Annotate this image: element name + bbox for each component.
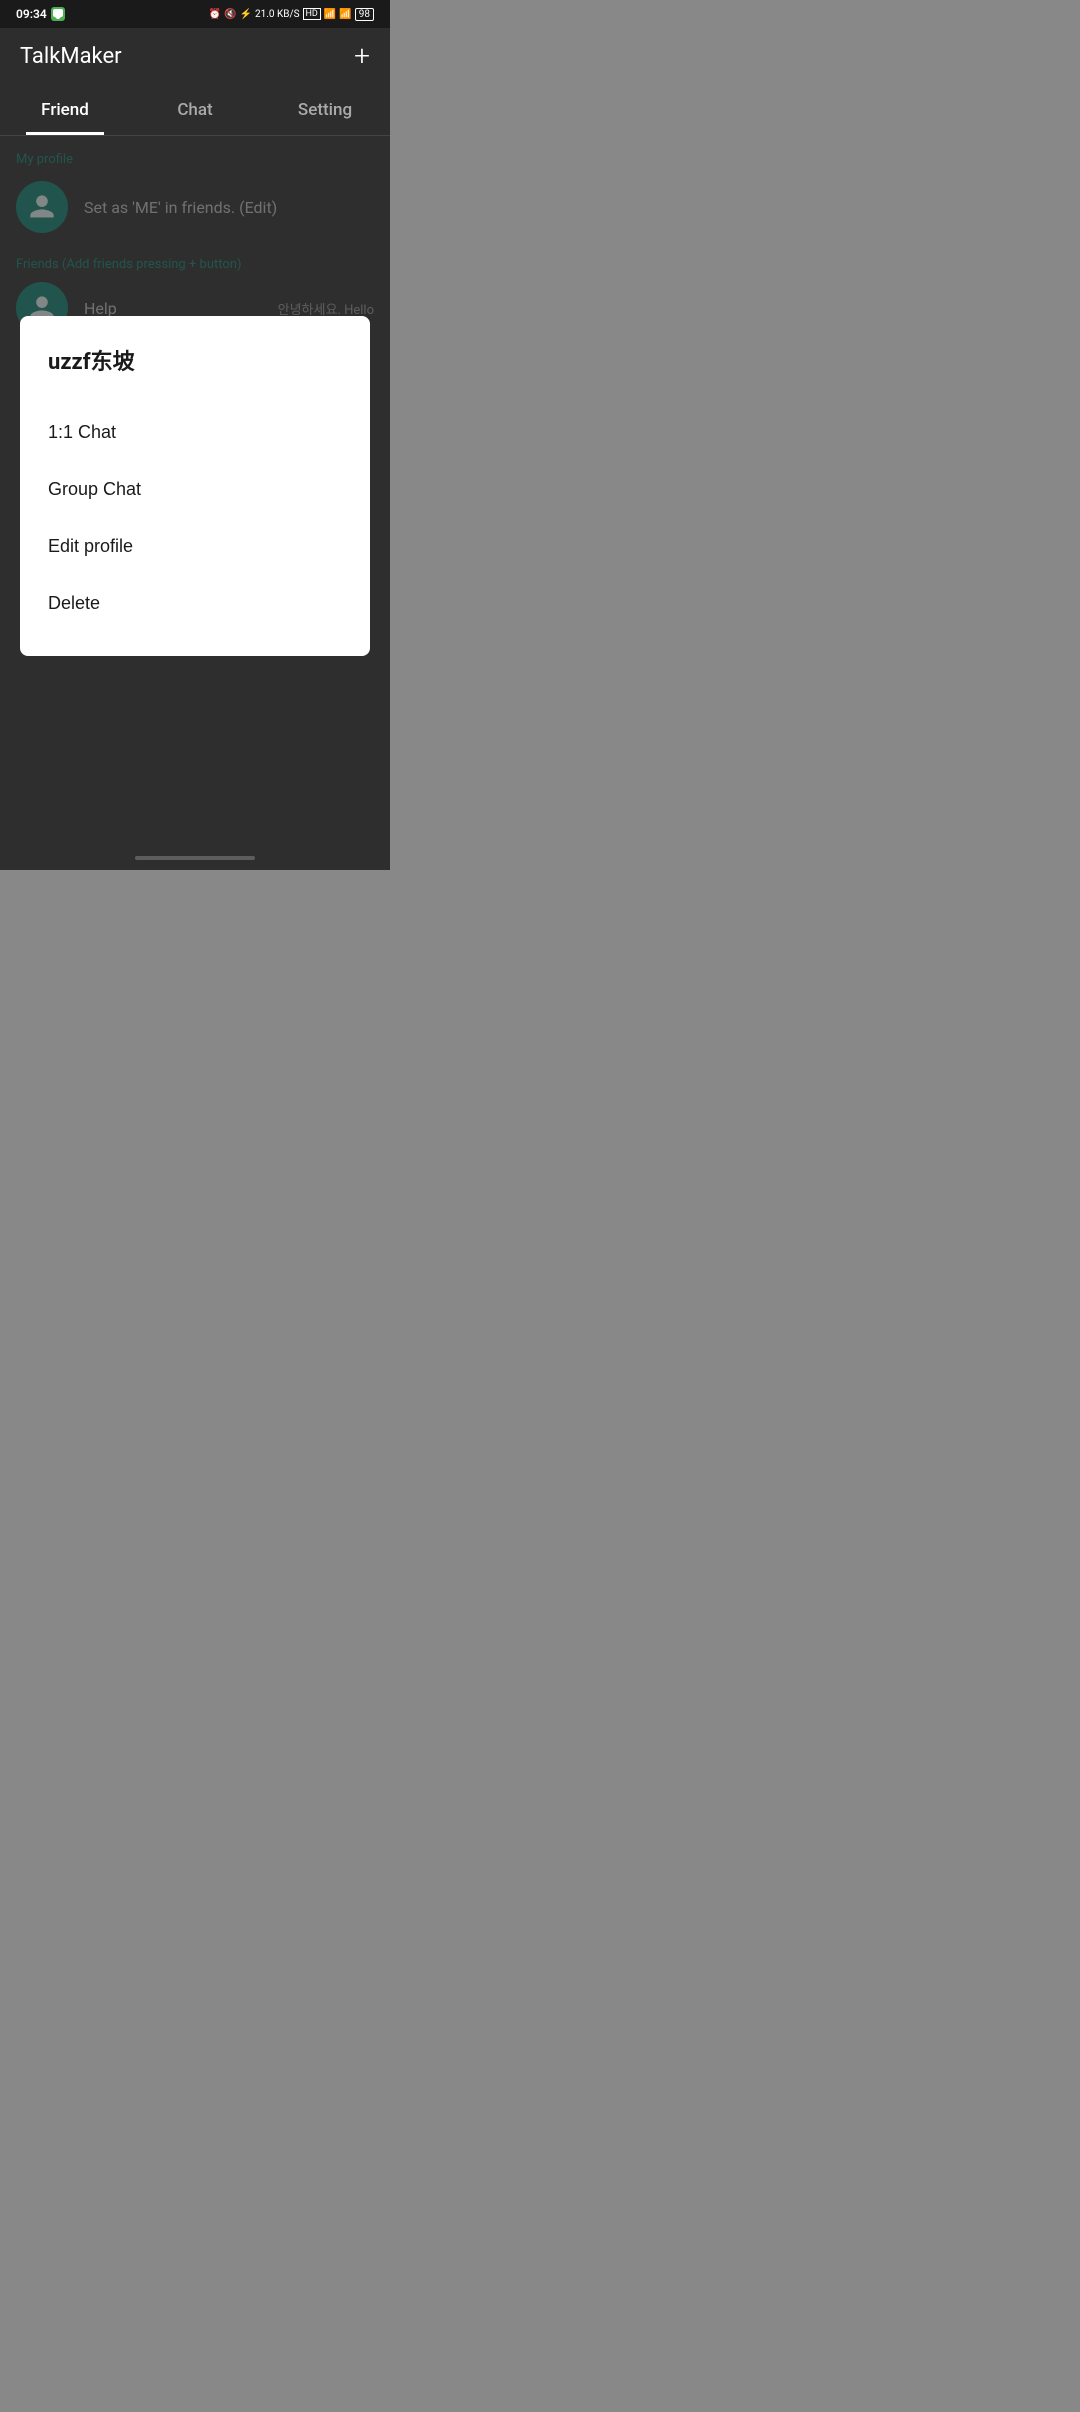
hd-icon: HD <box>303 8 321 20</box>
battery-icon: 98 <box>355 8 374 21</box>
status-left: 09:34 <box>16 7 65 21</box>
one-to-one-chat-button[interactable]: 1:1 Chat <box>48 404 342 461</box>
add-button[interactable]: + <box>354 42 370 70</box>
status-right: ⏰ 🔇 ⚡ 21.0 KB/S HD 📶 📶 98 <box>209 8 374 21</box>
status-time: 09:34 <box>16 7 47 21</box>
bluetooth-icon: ⚡ <box>240 9 252 20</box>
tab-bar: Friend Chat Setting <box>0 84 390 136</box>
wifi-icon: 📶 <box>324 9 336 20</box>
edit-profile-button[interactable]: Edit profile <box>48 518 342 575</box>
app-header: TalkMaker + <box>0 28 390 84</box>
signal-icon: 📶 <box>339 9 351 20</box>
data-speed: 21.0 KB/S <box>255 9 300 20</box>
mute-icon: 🔇 <box>224 9 236 20</box>
status-bar: 09:34 ⏰ 🔇 ⚡ 21.0 KB/S HD 📶 📶 98 <box>0 0 390 28</box>
alarm-icon: ⏰ <box>209 9 221 20</box>
message-notification-icon <box>51 7 65 21</box>
tab-setting[interactable]: Setting <box>260 84 390 135</box>
tab-chat[interactable]: Chat <box>130 84 260 135</box>
popup-username: uzzf东坡 <box>48 344 342 376</box>
tab-friend[interactable]: Friend <box>0 84 130 135</box>
app-title: TalkMaker <box>20 44 122 69</box>
context-menu-popup: uzzf东坡 1:1 Chat Group Chat Edit profile … <box>20 316 370 656</box>
delete-button[interactable]: Delete <box>48 575 342 632</box>
group-chat-button[interactable]: Group Chat <box>48 461 342 518</box>
main-content: My profile Set as 'ME' in friends. (Edit… <box>0 136 390 870</box>
